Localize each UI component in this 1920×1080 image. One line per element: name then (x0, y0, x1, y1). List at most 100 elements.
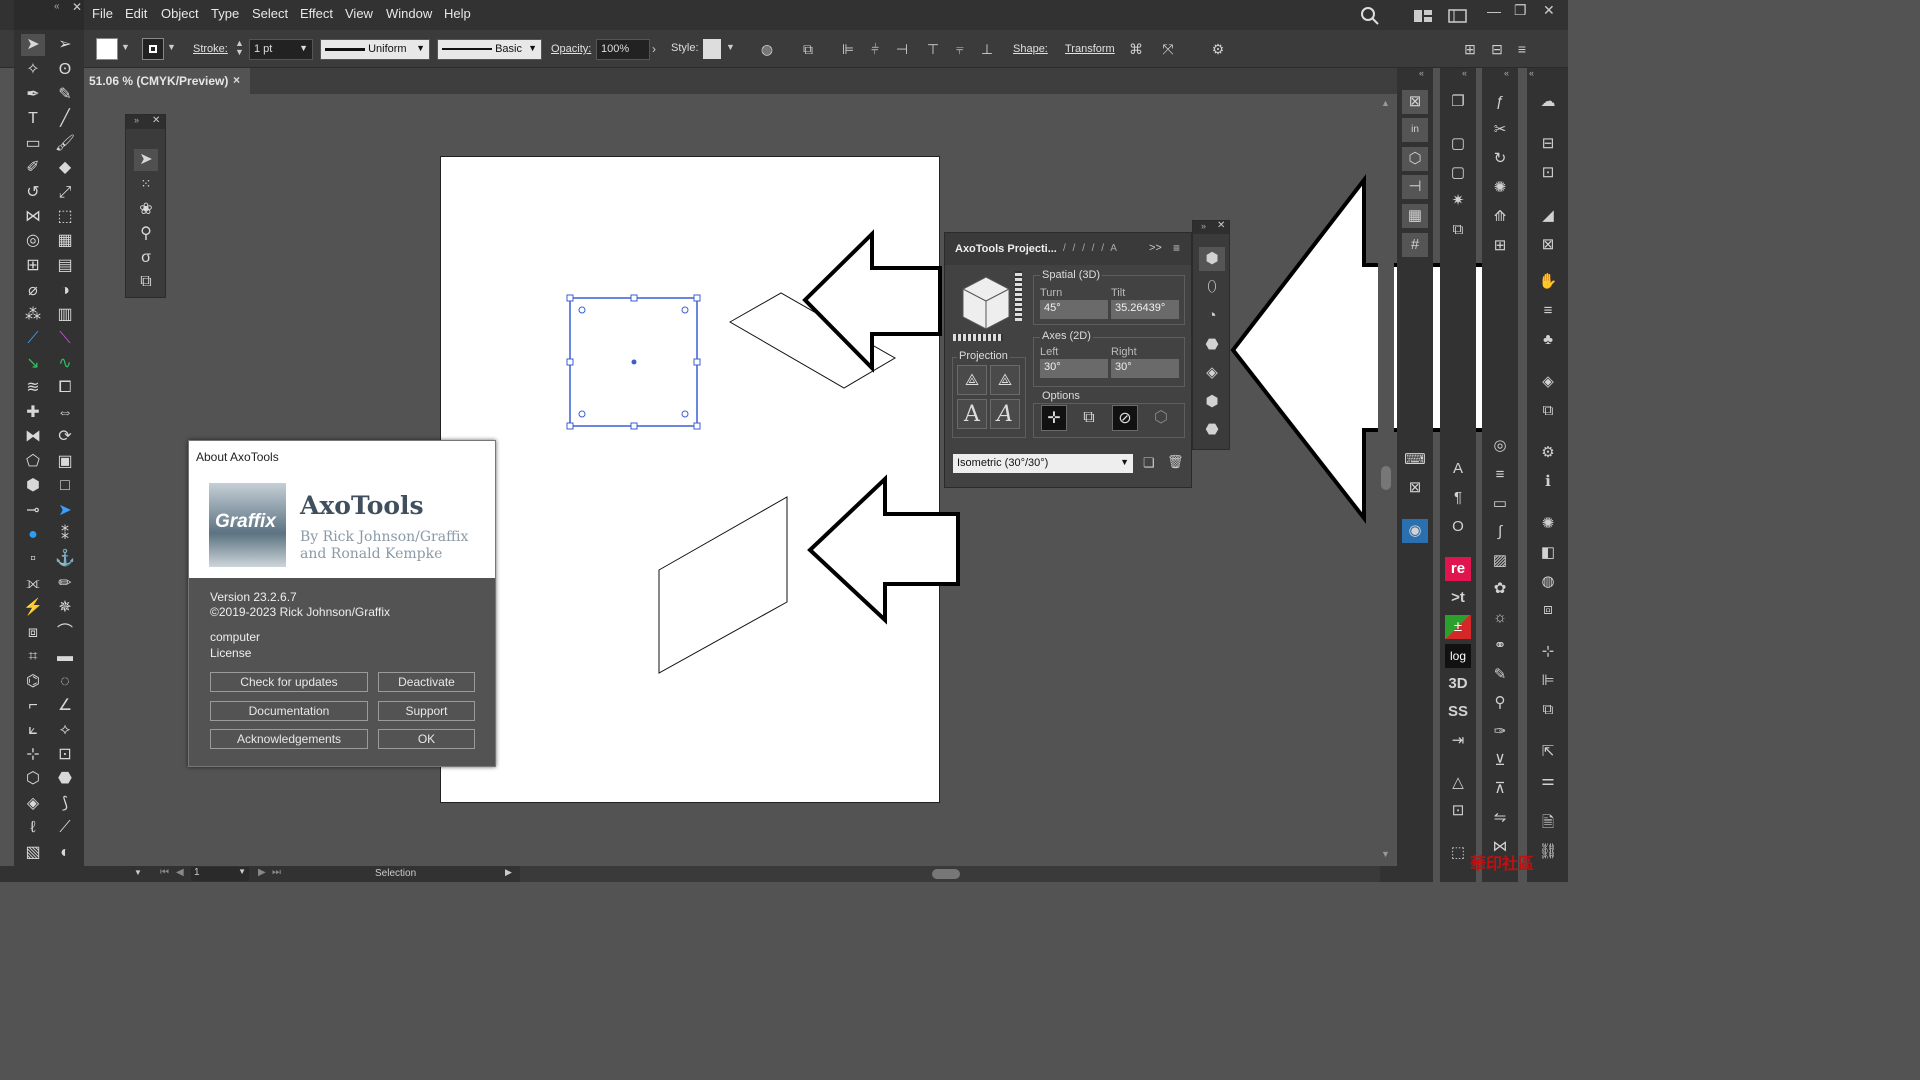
next-artboard-icon[interactable]: ▶ (258, 867, 266, 878)
triangle-icon[interactable]: △ (1445, 771, 1471, 795)
export-icon[interactable]: ⇱ (1535, 740, 1561, 764)
check-updates-button[interactable]: Check for updates (210, 672, 368, 692)
documentation-button[interactable]: Documentation (210, 701, 368, 721)
script-f-icon[interactable]: ⊞ (1487, 234, 1513, 258)
script-h-icon[interactable]: ≡ (1487, 463, 1513, 487)
char-a-icon[interactable]: A (1445, 457, 1471, 481)
status-menu-icon[interactable]: ▶ (505, 867, 512, 878)
scroll-down-icon[interactable]: ▼ (1381, 849, 1390, 859)
right-axis-input[interactable]: 30° (1111, 359, 1179, 378)
xt-plugin-icon[interactable]: >t (1445, 586, 1471, 610)
script-k-icon[interactable]: ▨ (1487, 549, 1513, 573)
inch-cm-icon[interactable]: in (1402, 118, 1428, 142)
script-r-icon[interactable]: ⊻ (1487, 749, 1513, 773)
script-c-icon[interactable]: ↻ (1487, 147, 1513, 171)
option-crosshair-icon[interactable]: ✛ (1041, 405, 1067, 431)
option-cube-icon[interactable]: ⬡ (1148, 405, 1174, 431)
keyboard-icon[interactable]: ⌨ (1402, 448, 1428, 472)
info-icon[interactable]: ℹ (1535, 470, 1561, 494)
gradient-panel-icon[interactable]: ◧ (1535, 541, 1561, 565)
panel-menu-icon[interactable]: ≡ (1173, 241, 1180, 255)
more-tabs-icon[interactable]: >> (1149, 242, 1162, 254)
acknowledgements-button[interactable]: Acknowledgements (210, 729, 368, 749)
trash-icon[interactable]: 🗑 (1167, 454, 1184, 470)
tilt-slider[interactable] (1015, 271, 1022, 321)
camera-icon[interactable]: ◉ (1402, 519, 1428, 543)
3d-plugin-icon[interactable]: 3D (1445, 672, 1471, 696)
projection-right-icon[interactable]: ⟁ (990, 365, 1020, 395)
close-icon[interactable]: ✕ (1217, 220, 1225, 231)
ss-plugin-icon[interactable]: SS (1445, 700, 1471, 724)
layers-icon[interactable]: ◈ (1535, 370, 1561, 394)
transform-panel-icon[interactable]: ⊹ (1535, 640, 1561, 664)
iso-cube-dark-icon[interactable]: ⬢ (1199, 390, 1225, 414)
artboard-number-input[interactable]: 1 ▼ (191, 867, 249, 881)
hand-icon[interactable]: ✋ (1535, 270, 1561, 294)
panel-title[interactable]: AxoTools Projecti... (955, 243, 1057, 255)
option-duplicate-icon[interactable]: ⧉ (1076, 405, 1102, 431)
h-scroll-thumb[interactable] (932, 869, 960, 879)
script-n-icon[interactable]: ⚭ (1487, 634, 1513, 658)
paragraph-icon[interactable]: ¶ (1445, 486, 1471, 510)
plugin-a-icon[interactable]: ⊠ (1402, 90, 1428, 114)
sliders-icon[interactable]: ⚌ (1535, 769, 1561, 793)
selected-square[interactable] (566, 294, 701, 430)
collapse-icon[interactable]: « (1462, 68, 1467, 78)
iso-cube-blue-icon[interactable]: ⬣ (1199, 333, 1225, 357)
scroll-up-icon[interactable]: ▲ (1381, 98, 1390, 108)
collapse-icon[interactable]: « (1529, 68, 1534, 78)
iso-cube-solid-icon[interactable]: ⬣ (1199, 418, 1225, 442)
sun-icon[interactable]: ✺ (1535, 512, 1561, 536)
collapse-icon[interactable]: « (1504, 68, 1509, 78)
crop-frame-icon[interactable]: ⊡ (1445, 799, 1471, 823)
links-icon[interactable]: ⛓ (1535, 840, 1561, 864)
deactivate-button[interactable]: Deactivate (378, 672, 475, 692)
grid-icon[interactable]: # (1402, 233, 1428, 257)
script-p-icon[interactable]: ⚲ (1487, 691, 1513, 715)
iso-side-face[interactable] (658, 496, 788, 674)
document-info-icon[interactable]: 🗎 (1535, 811, 1561, 835)
new-preset-icon[interactable]: ❏ (1143, 455, 1155, 471)
arrow-right-icon[interactable]: ⇥ (1445, 729, 1471, 753)
appearance-icon[interactable]: ◍ (1535, 570, 1561, 594)
cube-projection-icon[interactable]: ⬢ (1199, 247, 1225, 271)
cylinder-icon[interactable]: ◔ (1199, 304, 1225, 328)
iso-cube-face-icon[interactable]: ◈ (1199, 361, 1225, 385)
ellipse-projection-icon[interactable]: ⬯ (1199, 275, 1225, 299)
script-m-icon[interactable]: ☼ (1487, 606, 1513, 630)
ok-button[interactable]: OK (378, 729, 475, 749)
script-o-icon[interactable]: ✎ (1487, 663, 1513, 687)
script-g-icon[interactable]: ◎ (1487, 434, 1513, 458)
support-button[interactable]: Support (378, 701, 475, 721)
script-i-icon[interactable]: ▭ (1487, 492, 1513, 516)
first-artboard-icon[interactable]: ⏮ (160, 867, 169, 878)
projection-type-slanted-icon[interactable]: A (990, 399, 1020, 429)
properties-icon[interactable]: ⊡ (1535, 161, 1561, 185)
x-box-icon[interactable]: ⊠ (1402, 476, 1428, 500)
cloud-icon[interactable]: ☁ (1535, 90, 1561, 114)
option-no-distort-icon[interactable]: ⊘ (1112, 405, 1138, 431)
projection-type-a-icon[interactable]: A (957, 399, 987, 429)
hex-icon[interactable]: ⬡ (1402, 147, 1428, 171)
zoom-dropdown-icon[interactable]: ▼ (134, 868, 142, 877)
projection-left-icon[interactable]: ⟁ (957, 365, 987, 395)
glyph-o-icon[interactable]: O (1445, 515, 1471, 539)
prev-artboard-icon[interactable]: ◀ (176, 867, 184, 878)
shape-icon[interactable]: ◢ (1535, 204, 1561, 228)
box-a-icon[interactable]: ▢ (1445, 132, 1471, 156)
panel-tabs[interactable]: / / / / / A (1063, 243, 1119, 254)
script-t-icon[interactable]: ⇋ (1487, 806, 1513, 830)
pages-icon[interactable]: ❐ (1445, 90, 1471, 114)
preset-select[interactable]: Isometric (30°/30°) ▼ (953, 454, 1133, 473)
script-a-icon[interactable]: ƒ (1487, 90, 1513, 114)
script-b-icon[interactable]: ✂ (1487, 118, 1513, 142)
script-q-icon[interactable]: ✑ (1487, 720, 1513, 744)
script-s-icon[interactable]: ⊼ (1487, 777, 1513, 801)
script-l-icon[interactable]: ✿ (1487, 577, 1513, 601)
stack-icon[interactable]: ⧉ (1445, 218, 1471, 242)
settings-icon[interactable]: ⚙ (1535, 441, 1561, 465)
horizontal-scrollbar[interactable] (520, 866, 1380, 882)
script-j-icon[interactable]: ∫ (1487, 520, 1513, 544)
divider-icon[interactable]: ⊣ (1402, 175, 1428, 199)
libraries-icon[interactable]: ⊟ (1535, 132, 1561, 156)
